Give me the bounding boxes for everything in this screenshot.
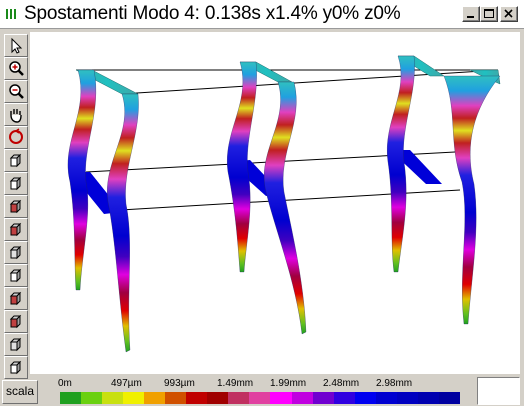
tool-button-view-cube-iso-5[interactable] [4, 356, 28, 379]
legend-tick-label: 1.99mm [270, 378, 307, 389]
tool-button-rotate[interactable] [4, 126, 28, 149]
color-swatch [186, 392, 208, 404]
app-icon [5, 9, 19, 19]
view-cube-iso-2-icon [9, 291, 22, 306]
window-title: Spostamenti Modo 4: 0.138s x1.4% y0% z0% [24, 3, 401, 24]
color-swatch [123, 392, 145, 404]
pan-hand-icon [10, 109, 22, 123]
color-swatch [207, 392, 229, 404]
zoom-out-icon [9, 84, 24, 99]
minimize-button[interactable] [462, 6, 480, 22]
color-swatch [60, 392, 82, 404]
tool-button-pan-hand[interactable] [4, 103, 28, 126]
tool-button-view-cube-side[interactable] [4, 172, 28, 195]
color-swatch [102, 392, 124, 404]
tool-button-pointer-arrow[interactable] [4, 34, 28, 57]
tool-button-view-cube-top[interactable] [4, 195, 28, 218]
zoom-in-icon [9, 61, 24, 76]
tool-button-zoom-in[interactable] [4, 57, 28, 80]
color-swatch [354, 392, 376, 404]
view-cube-iso-icon [9, 268, 22, 283]
tool-palette [4, 34, 28, 379]
tool-button-view-cube-red-left[interactable] [4, 218, 28, 241]
view-cube-iso-3-icon [9, 314, 22, 329]
view-cube-top-icon [9, 199, 22, 214]
minimize-icon [467, 16, 474, 18]
tool-button-view-cube-iso[interactable] [4, 264, 28, 287]
tool-button-view-cube-iso-2[interactable] [4, 287, 28, 310]
value-display-box [477, 377, 520, 405]
legend-tick-label: 993µm [164, 378, 195, 389]
view-cube-iso-5-icon [9, 360, 22, 375]
tool-button-view-cube-iso-3[interactable] [4, 310, 28, 333]
color-swatch [228, 392, 250, 404]
color-legend: 0m 497µm 993µm 1.49mm 1.99mm 2.48mm 2.98mm [40, 376, 470, 406]
maximize-button[interactable] [480, 6, 498, 22]
legend-tick-label: 0m [58, 378, 72, 389]
color-scale-bar [60, 392, 460, 404]
tool-button-view-cube-front[interactable] [4, 149, 28, 172]
color-swatch [417, 392, 439, 404]
deformed-columns [67, 55, 501, 353]
title-bar[interactable]: Spostamenti Modo 4: 0.138s x1.4% y0% z0% [0, 0, 524, 29]
color-swatch [291, 392, 313, 404]
color-swatch [249, 392, 271, 404]
view-cube-iso-4-icon [9, 337, 22, 352]
pointer-arrow-icon [11, 37, 23, 54]
color-swatch [312, 392, 334, 404]
legend-tick-label: 497µm [111, 378, 142, 389]
tool-button-zoom-out[interactable] [4, 80, 28, 103]
color-swatch [81, 392, 103, 404]
view-cube-front-icon [9, 153, 22, 168]
scala-button[interactable]: scala [2, 380, 38, 404]
tool-button-view-cube-red-right[interactable] [4, 241, 28, 264]
app-window: Spostamenti Modo 4: 0.138s x1.4% y0% z0% [0, 0, 524, 406]
view-cube-red-right-icon [9, 245, 22, 260]
model-viewport[interactable] [30, 32, 520, 374]
tool-button-view-cube-iso-4[interactable] [4, 333, 28, 356]
color-swatch [396, 392, 418, 404]
deformed-structure-view [67, 55, 501, 353]
view-cube-red-left-icon [9, 222, 22, 237]
legend-tick-label: 2.98mm [376, 378, 413, 389]
rotate-icon [9, 128, 23, 144]
color-swatch [375, 392, 397, 404]
legend-tick-label: 1.49mm [217, 378, 254, 389]
color-swatch [144, 392, 166, 404]
color-swatch [438, 392, 460, 404]
close-icon [504, 9, 513, 18]
legend-tick-label: 2.48mm [323, 378, 360, 389]
maximize-icon [484, 9, 494, 18]
view-cube-side-icon [9, 176, 22, 191]
color-swatch [165, 392, 187, 404]
close-button[interactable] [500, 6, 518, 22]
color-swatch [333, 392, 355, 404]
color-swatch [270, 392, 292, 404]
